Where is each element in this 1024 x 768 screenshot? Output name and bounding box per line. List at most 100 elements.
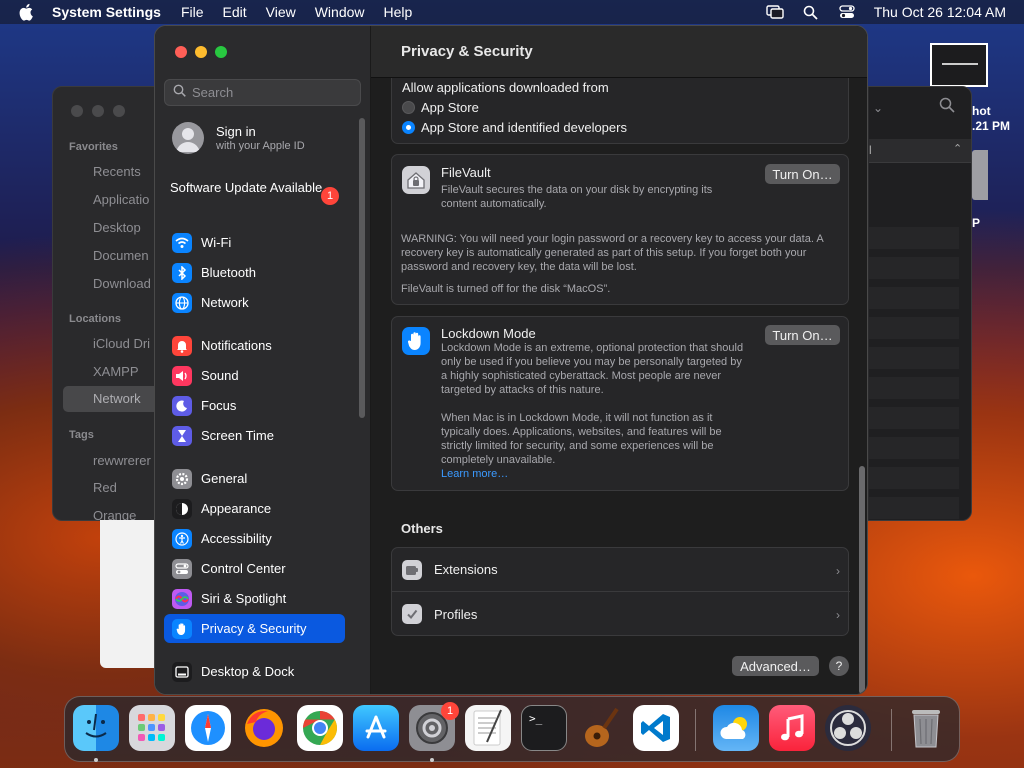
dock-icon [172,661,192,682]
radio-app-store-button[interactable] [402,101,415,114]
sidebar-item-label: Desktop & Dock [201,664,295,679]
filevault-title: FileVault [441,165,491,180]
finder-item-desktop[interactable]: Desktop [93,220,141,235]
allow-apps-card: Allow applications downloaded from App S… [391,78,849,144]
dock-app-store-icon[interactable] [353,705,399,751]
dock-vscode-icon[interactable] [633,705,679,751]
sidebar-item-sound[interactable]: Sound [164,361,345,390]
dock-trash-icon[interactable] [903,705,949,751]
desktop-screenshot-thumbnail[interactable] [930,43,988,87]
sidebar-item-accessibility[interactable]: Accessibility [164,524,345,553]
bluetooth-icon [172,262,192,283]
sidebar-item-appearance[interactable]: Appearance [164,494,345,523]
menu-window[interactable]: Window [315,4,365,20]
radio-identified-developers[interactable]: App Store and identified developers [402,120,838,135]
filevault-warning: WARNING: You will need your login passwo… [401,233,824,273]
sidebar-item-label: Siri & Spotlight [201,591,287,606]
sidebar-item-privacy-security[interactable]: Privacy & Security [164,614,345,643]
lockdown-turn-on-button[interactable]: Turn On… [765,325,840,345]
screen-mirroring-icon[interactable] [766,4,784,20]
filevault-status: FileVault is turned off for the disk “Ma… [401,283,611,295]
sidebar-item-siri-spotlight[interactable]: Siri & Spotlight [164,584,345,613]
speaker-icon [172,365,192,386]
sidebar-item-screen-time[interactable]: Screen Time [164,421,345,450]
sidebar-search-field[interactable] [164,79,361,106]
control-center-menu-icon[interactable] [838,4,856,20]
finder-locations-header: Locations [69,313,121,325]
zoom-window-button[interactable] [215,46,227,58]
finder-column-header[interactable]: l ⌃ [869,139,971,163]
background-document-window[interactable] [100,520,158,668]
close-window-button[interactable] [175,46,187,58]
advanced-button[interactable]: Advanced… [732,656,819,676]
finder-chevron-down-icon[interactable]: ⌄ [873,101,883,115]
finder-item-recents[interactable]: Recents [93,164,141,179]
menu-edit[interactable]: Edit [223,4,247,20]
desktop-drive-icon[interactable] [972,150,988,200]
sidebar-item-network[interactable]: Network [164,288,345,317]
dock-firefox-icon[interactable] [241,705,287,751]
finder-item-icloud[interactable]: iCloud Dri [93,336,150,351]
menu-file[interactable]: File [181,4,204,20]
minimize-window-button[interactable] [195,46,207,58]
apple-menu-icon[interactable] [18,3,36,21]
finder-item-xampp[interactable]: XAMPP [93,364,139,379]
finder-tag-red[interactable]: Red [93,480,117,495]
finder-tag-rewwrerer[interactable]: rewwrerer [93,453,151,468]
extensions-row[interactable]: Extensions › [392,548,850,592]
dock-garageband-icon[interactable] [577,705,623,751]
search-input[interactable] [192,85,352,100]
sidebar-item-label: Privacy & Security [201,621,307,636]
sidebar-item-wi-fi[interactable]: Wi-Fi [164,228,345,257]
sidebar-item-control-center[interactable]: Control Center [164,554,345,583]
menubar-clock[interactable]: Thu Oct 26 12:04 AM [874,4,1006,20]
content-scrollbar[interactable] [859,466,865,694]
sidebar-item-label: Sound [201,368,239,383]
dock-running-indicator [430,758,434,762]
finder-item-downloads[interactable]: Download [93,276,151,291]
lockdown-learn-more-link[interactable]: Learn more… [441,467,508,481]
profiles-row[interactable]: Profiles › [392,592,850,636]
finder-rows [869,227,959,520]
desktop-drive-label[interactable]: P [972,216,980,230]
help-button[interactable]: ? [829,656,849,676]
software-update-item[interactable]: Software Update Available [170,180,345,196]
dock-music-icon[interactable] [769,705,815,751]
desktop-screenshot-label[interactable]: hot .21 PM [972,104,1010,134]
dock-terminal-icon[interactable]: >_ [521,705,567,751]
settings-content: Privacy & Security Allow applications do… [371,26,867,694]
dock-launchpad-icon[interactable] [129,705,175,751]
filevault-turn-on-button[interactable]: Turn On… [765,164,840,184]
sidebar-item-focus[interactable]: Focus [164,391,345,420]
finder-item-network[interactable]: Network [63,386,163,412]
filevault-card: FileVault FileVault secures the data on … [391,154,849,305]
finder-item-documents[interactable]: Documen [93,248,149,263]
dock-obs-icon[interactable] [825,705,871,751]
apple-id-sign-in[interactable]: Sign in with your Apple ID [172,122,305,154]
sidebar-item-general[interactable]: General [164,464,345,493]
menu-view[interactable]: View [266,4,296,20]
dock-textedit-icon[interactable] [465,705,511,751]
dock-chrome-icon[interactable] [297,705,343,751]
sidebar-item-label: General [201,471,248,486]
finder-item-applications[interactable]: Applicatio [93,192,149,207]
lockdown-title: Lockdown Mode [441,326,536,341]
radio-identified-developers-button[interactable] [402,121,415,134]
spotlight-search-icon[interactable] [802,4,820,20]
sidebar-item-desktop-dock[interactable]: Desktop & Dock [164,657,345,686]
dock-weather-icon[interactable] [713,705,759,751]
sign-in-title: Sign in [216,124,256,139]
dock-finder-icon[interactable] [73,705,119,751]
dock-safari-icon[interactable] [185,705,231,751]
system-settings-window[interactable]: Sign in with your Apple ID Software Upda… [154,25,868,695]
finder-search-icon[interactable] [939,97,955,118]
sidebar-item-bluetooth[interactable]: Bluetooth [164,258,345,287]
accessibility-icon [172,528,192,549]
menu-app-name[interactable]: System Settings [52,4,161,20]
window-traffic-lights [175,46,227,58]
radio-app-store[interactable]: App Store [402,100,838,115]
sidebar-item-notifications[interactable]: Notifications [164,331,345,360]
filevault-description: FileVault secures the data on your disk … [441,184,713,210]
menu-help[interactable]: Help [384,4,413,20]
sidebar-scrollbar[interactable] [359,118,365,418]
